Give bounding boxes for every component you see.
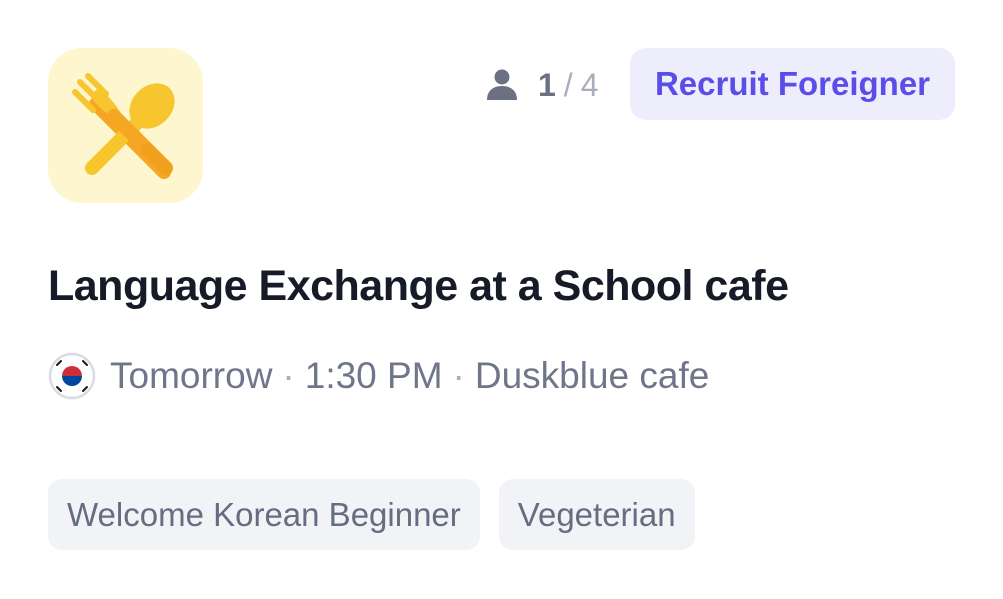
event-place: Duskblue cafe: [474, 355, 710, 396]
event-title: Language Exchange at a School cafe: [48, 262, 789, 310]
participant-separator: /: [563, 66, 573, 103]
event-time: 1:30 PM: [304, 355, 443, 396]
tag-list: Welcome Korean Beginner Vegeterian: [48, 479, 714, 550]
recruit-foreigner-badge: Recruit Foreigner: [630, 48, 955, 120]
korea-flag-icon: [48, 352, 96, 400]
meta-separator: ·: [452, 355, 465, 396]
fork-spoon-icon: [48, 48, 203, 203]
participant-max: 4: [580, 66, 599, 103]
tag-chip: Welcome Korean Beginner: [48, 479, 480, 550]
meta-separator: ·: [282, 355, 295, 396]
event-day: Tomorrow: [110, 355, 273, 396]
meetup-card[interactable]: 1 / 4 Recruit Foreigner Language Exchang…: [0, 0, 1003, 599]
participant-current: 1: [538, 66, 556, 103]
participant-count: 1 / 4: [484, 62, 598, 108]
tag-chip: Vegeterian: [498, 479, 695, 550]
person-icon: [487, 69, 517, 100]
event-meta: Tomorrow · 1:30 PM · Duskblue cafe: [48, 350, 709, 402]
